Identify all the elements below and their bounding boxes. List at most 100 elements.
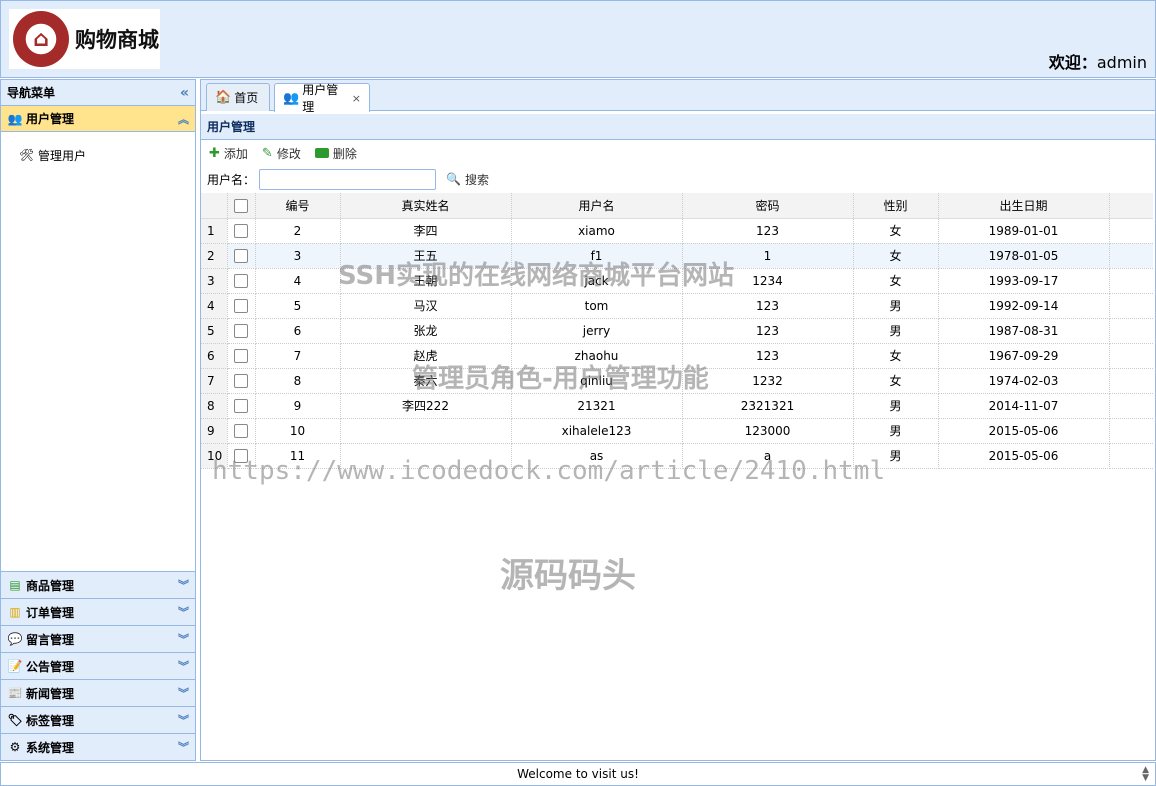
welcome-prefix: 欢迎： [1048,53,1097,72]
sidebar-item-label: 管理用户 [38,148,87,163]
table-cell: 1967-09-29 [938,343,1110,369]
table-row[interactable]: 1 2 李四 xiamo 123 女 1989-01-01 [201,218,1153,244]
accordion-news[interactable]: 📰 新闻管理 ︾ [1,679,195,706]
column-header[interactable]: 用户名 [511,193,683,219]
table-cell: 6 [255,318,341,344]
welcome-user: admin [1096,53,1147,72]
row-number: 2 [201,243,228,269]
logo-text: 购物商城 [75,27,159,52]
row-checkbox[interactable] [234,373,248,388]
column-header[interactable]: 密码 [682,193,854,219]
row-filler [1109,368,1153,394]
folder-icon: ▥ [9,605,21,619]
users-icon: 👥 [7,111,23,126]
logo: ⌂ 购物商城 [9,9,160,69]
accordion-body: 🛠 管理用户 [1,132,195,570]
search-button-label: 搜索 [464,172,489,187]
notepad-icon: 📝 [7,659,23,673]
watermark-brand: 源码码头 [500,556,636,596]
table-cell: 10 [255,418,341,444]
row-checkbox[interactable] [234,398,248,413]
table-row[interactable]: 4 5 马汉 tom 123 男 1992-09-14 [201,293,1153,319]
edit-button[interactable]: ✎ 修改 [262,145,301,162]
table-row[interactable]: 5 6 张龙 jerry 123 男 1987-08-31 [201,318,1153,344]
accordion-announcements[interactable]: 📝 公告管理 ︾ [1,652,195,679]
row-filler [1109,293,1153,319]
resize-spinner-icon[interactable]: ▲ ▼ [1142,766,1149,783]
row-checkbox-cell [227,218,256,244]
row-checkbox-cell [227,293,256,319]
table-row[interactable]: 8 9 李四222 21321 2321321 男 2014-11-07 [201,393,1153,419]
search-button[interactable]: 🔍 搜索 [446,171,489,188]
row-checkbox-cell [227,243,256,269]
row-checkbox[interactable] [234,223,248,238]
row-checkbox[interactable] [234,298,248,313]
accordion-products[interactable]: ▤ 商品管理 ︾ [1,571,195,598]
column-header[interactable]: 真实姓名 [340,193,512,219]
row-filler [1109,418,1153,444]
accordion-tags[interactable]: 🏷 标签管理 ︾ [1,706,195,733]
table-cell: 男 [853,393,939,419]
chevron-down-icon[interactable]: ︾ [178,685,189,701]
table-cell: tom [511,293,683,319]
chevron-down-icon[interactable]: ︾ [178,739,189,755]
footer-text: Welcome to visit us! [517,767,639,781]
column-header[interactable]: 编号 [255,193,341,219]
toolbar: ✚ 添加 ✎ 修改 删除 [201,140,1155,166]
accordion-user-management[interactable]: 👥 用户管理 ︽ [1,106,195,132]
row-checkbox[interactable] [234,248,248,263]
table-cell: 9 [255,393,341,419]
tab-home[interactable]: 🏠 首页 [206,83,270,111]
delete-button[interactable]: 删除 [314,145,357,162]
table-cell: 2015-05-06 [938,418,1110,444]
chevron-down-icon[interactable]: ︾ [178,604,189,620]
row-filler [1109,318,1153,344]
user-grid: 编号 真实姓名 用户名 密码 性别 出生日期 1 2 李四 xiamo 123 女 1989… [201,193,1153,469]
chevron-up-icon[interactable]: ︽ [178,111,189,127]
sidebar: 导航菜单 « 👥 用户管理 ︽ 🛠 管理用户 ▤ 商品管理 ︾ ▥ 订单管理 ︾ 💬 留言… [0,79,196,761]
chevron-down-icon[interactable]: ︾ [178,577,189,593]
main-panel: 🏠 首页 👥 用户管理 × 用户管理 ✚ 添加 ✎ 修改 删除 用户名： 🔍 搜… [200,79,1156,761]
close-icon[interactable]: × [352,92,361,105]
table-cell: 3 [255,243,341,269]
row-checkbox-cell [227,418,256,444]
row-number: 1 [201,218,228,244]
row-number: 9 [201,418,228,444]
row-checkbox[interactable] [234,323,248,338]
edit-label: 修改 [276,146,301,161]
pencil-icon: ✎ [261,145,273,161]
table-cell: 2321321 [682,393,854,419]
column-header[interactable]: 性别 [853,193,939,219]
column-header-filler [1109,193,1153,219]
chevron-down-icon[interactable]: ︾ [178,712,189,728]
row-filler [1109,218,1153,244]
select-all-checkbox[interactable] [234,198,248,213]
plus-icon: ✚ [209,145,220,161]
table-cell: 女 [853,268,939,294]
chevron-down-icon[interactable]: ︾ [178,658,189,674]
accordion-system[interactable]: ⚙ 系统管理 ︾ [1,733,195,760]
accordion-orders[interactable]: ▥ 订单管理 ︾ [1,598,195,625]
row-checkbox[interactable] [234,273,248,288]
row-checkbox[interactable] [234,423,248,438]
row-checkbox[interactable] [234,348,248,363]
table-cell: 123000 [682,418,854,444]
grid-header-row: 编号 真实姓名 用户名 密码 性别 出生日期 [201,193,1153,219]
home-icon: 🏠 [215,90,232,105]
panel-title: 用户管理 [201,114,1155,140]
table-cell: jerry [511,318,683,344]
row-checkbox-cell [227,268,256,294]
accordion-messages[interactable]: 💬 留言管理 ︾ [1,625,195,652]
chevron-down-icon[interactable]: ︾ [178,631,189,647]
table-row[interactable]: 9 10 xihalele123 123000 男 2015-05-06 [201,418,1153,444]
sidebar-item-manage-users[interactable]: 🛠 管理用户 [1,146,195,164]
collapse-left-icon[interactable]: « [180,85,189,101]
tab-user-management[interactable]: 👥 用户管理 × [274,83,370,114]
accordion-label: 标签管理 [26,713,75,728]
table-cell: 2015-05-06 [938,443,1110,469]
username-search-input[interactable] [259,168,437,190]
add-button[interactable]: ✚ 添加 [209,145,248,162]
table-cell: 李四222 [340,393,512,419]
table-cell: 1978-01-05 [938,243,1110,269]
column-header[interactable]: 出生日期 [938,193,1110,219]
